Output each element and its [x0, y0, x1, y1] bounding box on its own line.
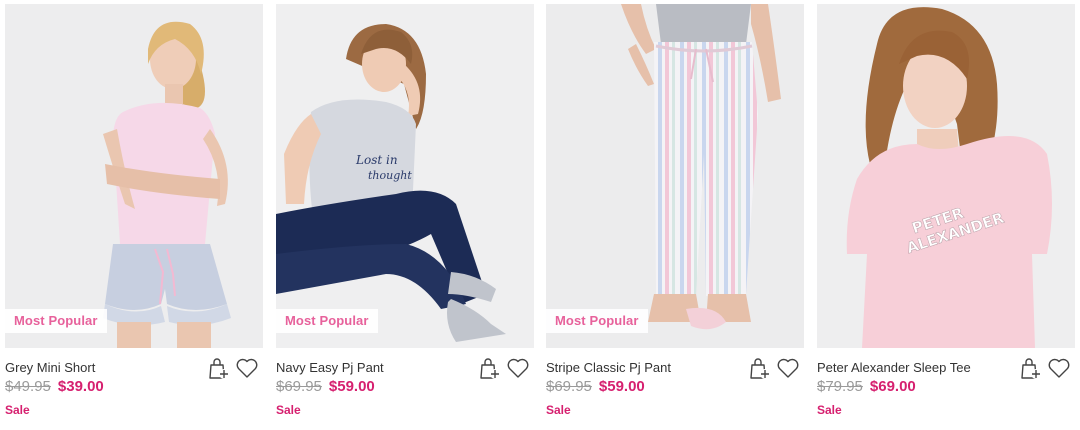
sale-price: $69.00 [869, 378, 916, 395]
product-info: Peter Alexander Sleep Tee $79.95 $69.00 S… [817, 348, 1075, 424]
svg-text:Lost in: Lost in [355, 153, 398, 167]
product-image[interactable]: Lost in thought Most Popular [276, 4, 534, 348]
bag-plus-icon[interactable] [748, 355, 772, 381]
product-prices: $49.95 $39.00 [5, 378, 104, 395]
product-photo-stripe-classic-pj-pant [546, 4, 804, 348]
product-photo-navy-easy-pj-pant: Lost in thought [276, 4, 534, 348]
sale-label: Sale [817, 403, 842, 417]
product-name[interactable]: Grey Mini Short [5, 360, 95, 375]
most-popular-badge: Most Popular [5, 309, 107, 333]
product-prices: $79.95 $69.00 [817, 378, 916, 395]
most-popular-badge: Most Popular [546, 309, 648, 333]
product-image[interactable]: PETER ALEXANDER [817, 4, 1075, 348]
product-name[interactable]: Stripe Classic Pj Pant [546, 360, 671, 375]
heart-icon[interactable] [235, 355, 259, 381]
product-name[interactable]: Navy Easy Pj Pant [276, 360, 384, 375]
svg-text:thought: thought [368, 169, 412, 182]
sale-price: $59.00 [598, 378, 645, 395]
bag-plus-icon[interactable] [207, 355, 231, 381]
product-actions [1019, 355, 1071, 381]
product-card: Most Popular Grey Mini Short $49.95 $39.0… [5, 4, 263, 424]
product-info: Navy Easy Pj Pant $69.95 $59.00 Sale [276, 348, 534, 424]
product-actions [207, 355, 259, 381]
sale-price: $59.00 [328, 378, 375, 395]
heart-icon[interactable] [1047, 355, 1071, 381]
sale-label: Sale [276, 403, 301, 417]
product-prices: $69.95 $59.00 [546, 378, 645, 395]
was-price: $69.95 [546, 378, 592, 395]
was-price: $79.95 [817, 378, 863, 395]
product-prices: $69.95 $59.00 [276, 378, 375, 395]
heart-icon[interactable] [506, 355, 530, 381]
heart-icon[interactable] [776, 355, 800, 381]
sale-price: $39.00 [57, 378, 104, 395]
bag-plus-icon[interactable] [1019, 355, 1043, 381]
product-info: Stripe Classic Pj Pant $69.95 $59.00 Sale [546, 348, 804, 424]
most-popular-badge: Most Popular [276, 309, 378, 333]
product-card: Most Popular Stripe Classic Pj Pant $69.… [546, 4, 804, 424]
product-actions [478, 355, 530, 381]
sale-label: Sale [546, 403, 571, 417]
product-photo-peter-alexander-sleep-tee: PETER ALEXANDER [817, 4, 1075, 348]
product-image[interactable]: Most Popular [5, 4, 263, 348]
product-actions [748, 355, 800, 381]
bag-plus-icon[interactable] [478, 355, 502, 381]
was-price: $69.95 [276, 378, 322, 395]
product-card: Lost in thought Most Popular Navy Easy P… [276, 4, 534, 424]
product-name[interactable]: Peter Alexander Sleep Tee [817, 360, 971, 375]
product-grid: Most Popular Grey Mini Short $49.95 $39.0… [0, 0, 1080, 430]
product-photo-grey-mini-short [5, 4, 263, 348]
product-image[interactable]: Most Popular [546, 4, 804, 348]
was-price: $49.95 [5, 378, 51, 395]
product-info: Grey Mini Short $49.95 $39.00 Sale [5, 348, 263, 424]
sale-label: Sale [5, 403, 30, 417]
product-card: PETER ALEXANDER Peter Alexander Sleep Te… [817, 4, 1075, 424]
